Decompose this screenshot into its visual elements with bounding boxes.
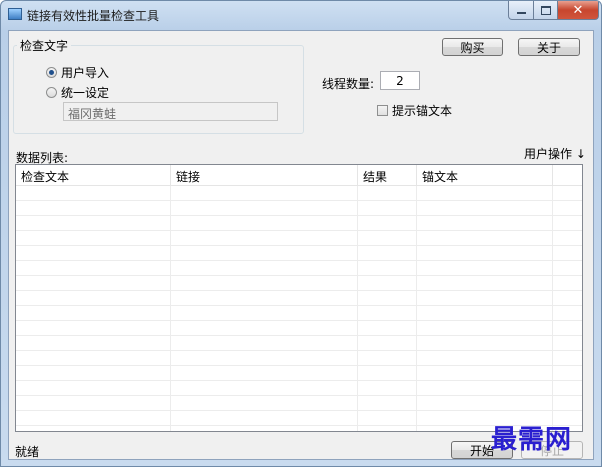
column-header-check-text[interactable]: 检查文本 (16, 165, 171, 185)
radio-unselected-icon (46, 87, 57, 98)
check-text-group: 用户导入 统一设定 福冈黄蛙 (13, 45, 304, 134)
radio-unified-setting-label: 统一设定 (61, 86, 110, 100)
column-header-link[interactable]: 链接 (171, 165, 358, 185)
maximize-button[interactable] (533, 1, 558, 20)
app-window: 链接有效性批量检查工具 ✕ 用户导入 统一设定 福冈黄蛙 检查文字 购买 关于 … (0, 0, 602, 467)
column-header-anchor-text[interactable]: 锚文本 (417, 165, 553, 185)
main-panel: 用户导入 统一设定 福冈黄蛙 检查文字 购买 关于 线程数量: 2 提示锚文本 … (8, 30, 594, 460)
data-table[interactable]: 检查文本 链接 结果 锚文本 (15, 164, 583, 432)
radio-user-import-label: 用户导入 (61, 66, 110, 80)
anchor-text-checkbox-label: 提示锚文本 (392, 104, 453, 118)
window-title: 链接有效性批量检查工具 (27, 9, 160, 23)
maximize-icon (540, 5, 551, 15)
table-body[interactable] (16, 186, 582, 431)
app-icon (8, 8, 22, 20)
user-action-menu[interactable]: 用户操作 ↓ (524, 145, 586, 162)
watermark-logo: 最需网 (491, 425, 573, 455)
check-text-input[interactable]: 福冈黄蛙 (63, 102, 278, 121)
buy-button[interactable]: 购买 (442, 38, 503, 56)
user-action-label: 用户操作 (524, 147, 573, 161)
minimize-icon (516, 11, 526, 14)
arrow-down-icon: ↓ (575, 147, 586, 161)
thread-count-input[interactable]: 2 (380, 71, 420, 90)
checkbox-icon (377, 105, 388, 116)
radio-selected-icon (46, 67, 57, 78)
table-header: 检查文本 链接 结果 锚文本 (16, 165, 582, 186)
thread-count-label: 线程数量: (322, 77, 375, 91)
anchor-text-checkbox[interactable]: 提示锚文本 (377, 102, 452, 119)
column-header-filler (553, 165, 582, 185)
minimize-button[interactable] (508, 1, 534, 20)
close-icon: ✕ (572, 2, 584, 18)
column-divider (552, 186, 553, 431)
check-text-group-label: 检查文字 (17, 37, 72, 54)
radio-user-import[interactable]: 用户导入 (46, 64, 109, 81)
column-header-result[interactable]: 结果 (358, 165, 417, 185)
title-bar[interactable]: 链接有效性批量检查工具 ✕ (1, 1, 601, 29)
about-button[interactable]: 关于 (518, 38, 580, 56)
close-button[interactable]: ✕ (557, 1, 599, 20)
column-divider (170, 186, 171, 431)
column-divider (357, 186, 358, 431)
column-divider (416, 186, 417, 431)
radio-unified-setting[interactable]: 统一设定 (46, 84, 109, 101)
status-text: 就绪 (15, 445, 40, 459)
